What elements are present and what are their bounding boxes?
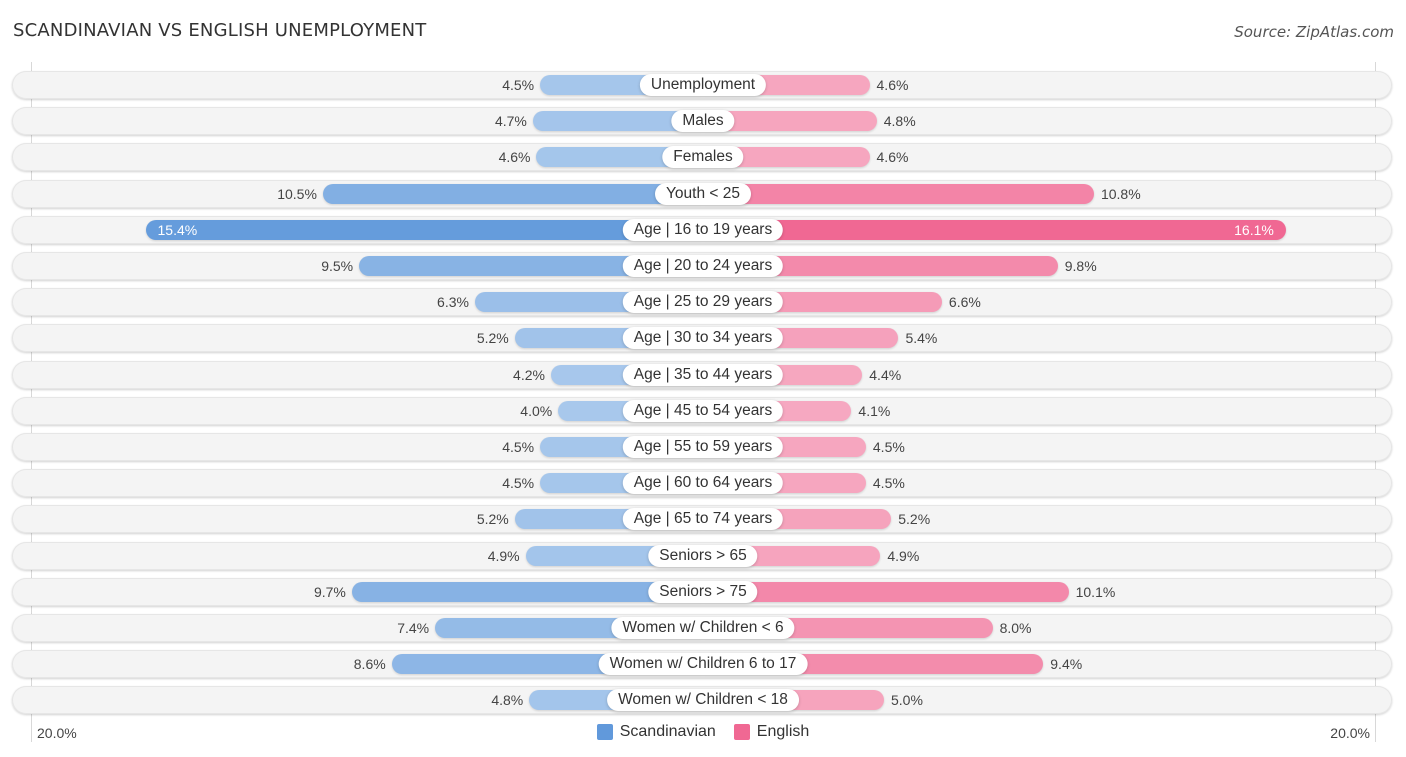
value-label-english: 4.4% — [869, 366, 902, 383]
legend-item-english[interactable]: English — [733, 723, 810, 741]
value-label-scandinavian: 7.4% — [397, 620, 430, 636]
chart-row: 4.8% 5.0% Women w/ Children < 18 — [12, 686, 1392, 715]
value-label-english: 4.9% — [887, 547, 920, 564]
value-label-scandinavian: 4.9% — [487, 547, 520, 564]
category-label: Age | 55 to 59 years — [622, 436, 784, 458]
chart-row: 4.9% 4.9% Seniors > 65 — [12, 541, 1392, 570]
category-label: Females — [662, 146, 744, 169]
bar-english[interactable] — [703, 219, 1286, 240]
chart-row: 5.2% 5.4% Age | 30 to 34 years — [12, 324, 1392, 353]
legend-swatch-english — [733, 724, 750, 740]
chart-rows: 4.5% 4.6% Unemployment 4.7% 4.8% Males 4.6% 4.6… — [0, 0, 1406, 757]
value-label-scandinavian: 15.4% — [157, 221, 198, 238]
value-label-english: 5.2% — [898, 511, 931, 528]
legend-swatch-scandinavian — [596, 724, 613, 740]
chart-row: 6.3% 6.6% Age | 25 to 29 years — [12, 288, 1392, 317]
value-label-scandinavian: 4.8% — [491, 692, 524, 709]
category-label: Age | 25 to 29 years — [622, 291, 784, 314]
value-label-scandinavian: 9.5% — [321, 258, 354, 274]
chart-row: 15.4% 16.1% Age | 16 to 19 years — [12, 215, 1392, 244]
category-label: Age | 20 to 24 years — [622, 255, 784, 277]
value-label-english: 9.8% — [1064, 258, 1097, 274]
value-label-scandinavian: 4.6% — [498, 149, 531, 166]
value-label-english: 10.8% — [1100, 185, 1141, 202]
value-label-english: 5.4% — [905, 330, 938, 347]
category-label: Women w/ Children < 6 — [611, 617, 795, 639]
category-label: Women w/ Children 6 to 17 — [598, 653, 808, 676]
category-label: Age | 45 to 54 years — [622, 399, 784, 422]
value-label-english: 4.6% — [876, 149, 909, 166]
value-label-scandinavian: 8.6% — [353, 656, 386, 673]
value-label-scandinavian: 9.7% — [313, 583, 346, 600]
bar-english[interactable] — [703, 581, 1069, 602]
value-label-scandinavian: 10.5% — [277, 185, 317, 202]
category-label: Age | 60 to 64 years — [622, 472, 784, 495]
value-label-scandinavian: 4.7% — [494, 113, 527, 130]
chart-row: 5.2% 5.2% Age | 65 to 74 years — [12, 505, 1392, 534]
value-label-scandinavian: 5.2% — [476, 511, 509, 528]
value-label-english: 4.5% — [872, 439, 905, 455]
chart-row: 4.5% 4.5% Age | 60 to 64 years — [12, 469, 1392, 498]
value-label-english: 4.8% — [883, 113, 916, 130]
chart-row: 10.5% 10.8% Youth < 25 — [12, 179, 1392, 208]
legend-label-scandinavian: Scandinavian — [619, 723, 716, 740]
category-label: Women w/ Children < 18 — [607, 689, 799, 712]
category-label: Seniors > 75 — [648, 580, 758, 603]
value-label-english: 6.6% — [948, 294, 981, 311]
value-label-scandinavian: 4.2% — [513, 366, 545, 383]
category-label: Unemployment — [639, 74, 767, 96]
value-label-english: 4.5% — [872, 475, 905, 492]
legend-label-english: English — [756, 723, 810, 740]
chart-row: 4.7% 4.8% Males — [12, 107, 1392, 136]
bar-scandinavian[interactable] — [322, 183, 703, 204]
chart-row: 4.5% 4.5% Age | 55 to 59 years — [12, 433, 1392, 461]
legend: Scandinavian English — [0, 723, 1406, 741]
bar-english[interactable] — [703, 183, 1094, 204]
value-label-english: 9.4% — [1050, 656, 1083, 673]
category-label: Youth < 25 — [655, 182, 751, 205]
category-label: Age | 16 to 19 years — [622, 218, 784, 241]
chart-row: 9.7% 10.1% Seniors > 75 — [12, 577, 1392, 606]
chart-row: 8.6% 9.4% Women w/ Children 6 to 17 — [12, 650, 1392, 679]
value-label-scandinavian: 6.3% — [437, 294, 469, 311]
chart-row: 9.5% 9.8% Age | 20 to 24 years — [12, 252, 1392, 280]
value-label-english: 16.1% — [1234, 221, 1274, 238]
value-label-scandinavian: 4.0% — [520, 402, 553, 419]
value-label-english: 10.1% — [1075, 583, 1116, 600]
chart-row: 4.0% 4.1% Age | 45 to 54 years — [12, 396, 1392, 425]
value-label-scandinavian: 4.5% — [502, 439, 535, 455]
chart-row: 4.5% 4.6% Unemployment — [12, 71, 1392, 99]
bar-scandinavian[interactable] — [145, 219, 703, 240]
value-label-scandinavian: 5.2% — [476, 330, 509, 347]
value-label-english: 5.0% — [891, 692, 923, 709]
category-label: Age | 35 to 44 years — [622, 363, 784, 386]
category-label: Males — [671, 110, 735, 133]
value-label-english: 4.1% — [858, 402, 891, 419]
legend-item-scandinavian[interactable]: Scandinavian — [596, 723, 716, 741]
category-label: Seniors > 65 — [648, 544, 758, 567]
category-label: Age | 65 to 74 years — [622, 508, 784, 531]
chart-row: 4.2% 4.4% Age | 35 to 44 years — [12, 360, 1392, 389]
category-label: Age | 30 to 34 years — [622, 327, 784, 350]
value-label-scandinavian: 4.5% — [502, 475, 535, 492]
value-label-english: 4.6% — [876, 77, 909, 93]
chart-row: 4.6% 4.6% Females — [12, 143, 1392, 172]
value-label-scandinavian: 4.5% — [502, 77, 535, 93]
value-label-english: 8.0% — [999, 620, 1032, 636]
chart-row: 7.4% 8.0% Women w/ Children < 6 — [12, 614, 1392, 642]
